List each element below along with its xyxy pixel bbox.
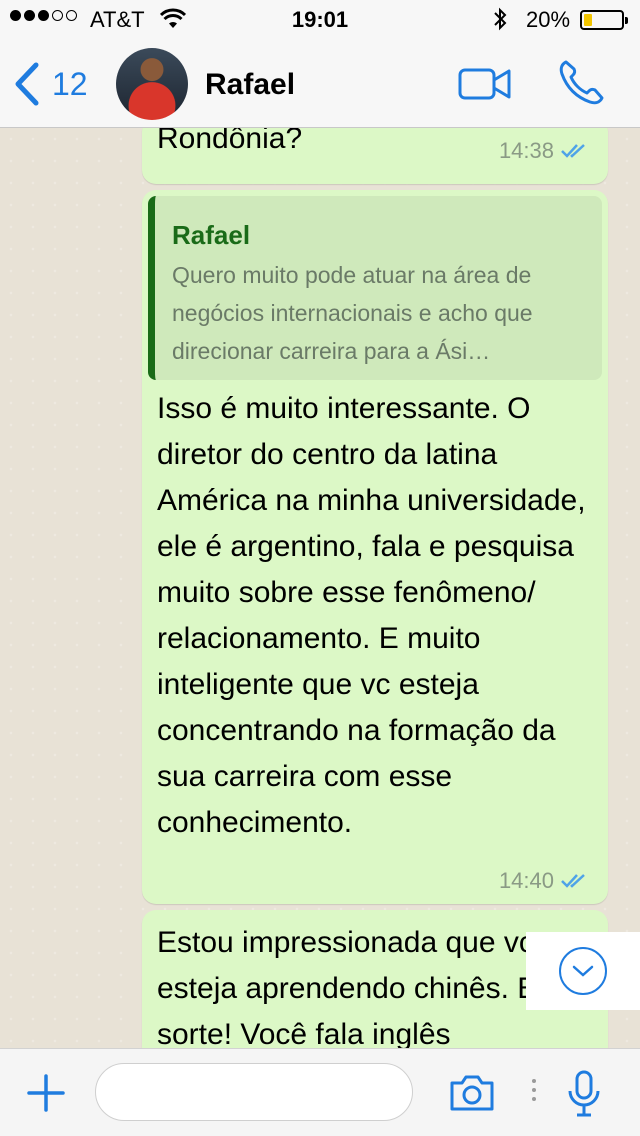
back-chevron-icon — [15, 62, 39, 106]
microphone-icon[interactable] — [566, 1069, 602, 1124]
read-receipt-icon — [561, 874, 585, 888]
avatar[interactable] — [116, 48, 188, 120]
message-text: Rondônia? — [157, 128, 303, 155]
camera-icon[interactable] — [448, 1073, 496, 1118]
more-options-icon[interactable] — [532, 1079, 536, 1101]
plus-icon[interactable] — [26, 1073, 66, 1118]
message-time: 14:40 — [498, 868, 554, 893]
video-call-icon[interactable] — [458, 66, 512, 107]
message-bubble[interactable]: Rondônia? 14:38 — [142, 128, 608, 184]
scroll-down-icon — [559, 947, 607, 995]
message-meta: 14:38 — [499, 140, 588, 162]
read-receipt-icon — [561, 144, 585, 158]
chat-header: 12 Rafael — [0, 40, 640, 128]
message-text: Isso é muito interessante. O diretor do … — [157, 392, 586, 839]
chat-area[interactable]: Rondônia? 14:38 Rafael Quero muito pode … — [0, 128, 640, 1048]
composer-bar — [0, 1048, 640, 1136]
message-bubble[interactable]: Rafael Quero muito pode atuar na área de… — [142, 190, 608, 904]
quote-text: Quero muito pode atuar na área de negóci… — [172, 262, 533, 364]
back-button[interactable]: 12 — [14, 62, 88, 106]
quoted-message[interactable]: Rafael Quero muito pode atuar na área de… — [148, 196, 602, 380]
message-meta: 14:40 — [499, 870, 588, 892]
scroll-down-button[interactable] — [526, 932, 640, 1010]
contact-name[interactable]: Rafael — [205, 68, 295, 102]
battery-icon — [580, 10, 628, 30]
phone-call-icon[interactable] — [556, 58, 606, 113]
message-input[interactable] — [95, 1063, 413, 1121]
status-bar: AT&T 19:01 20% — [0, 0, 640, 40]
battery-percentage: 20% — [526, 7, 571, 32]
unread-count: 12 — [52, 65, 88, 102]
message-time: 14:38 — [498, 138, 554, 163]
bluetooth-icon — [492, 7, 508, 37]
quote-author: Rafael — [172, 220, 251, 250]
